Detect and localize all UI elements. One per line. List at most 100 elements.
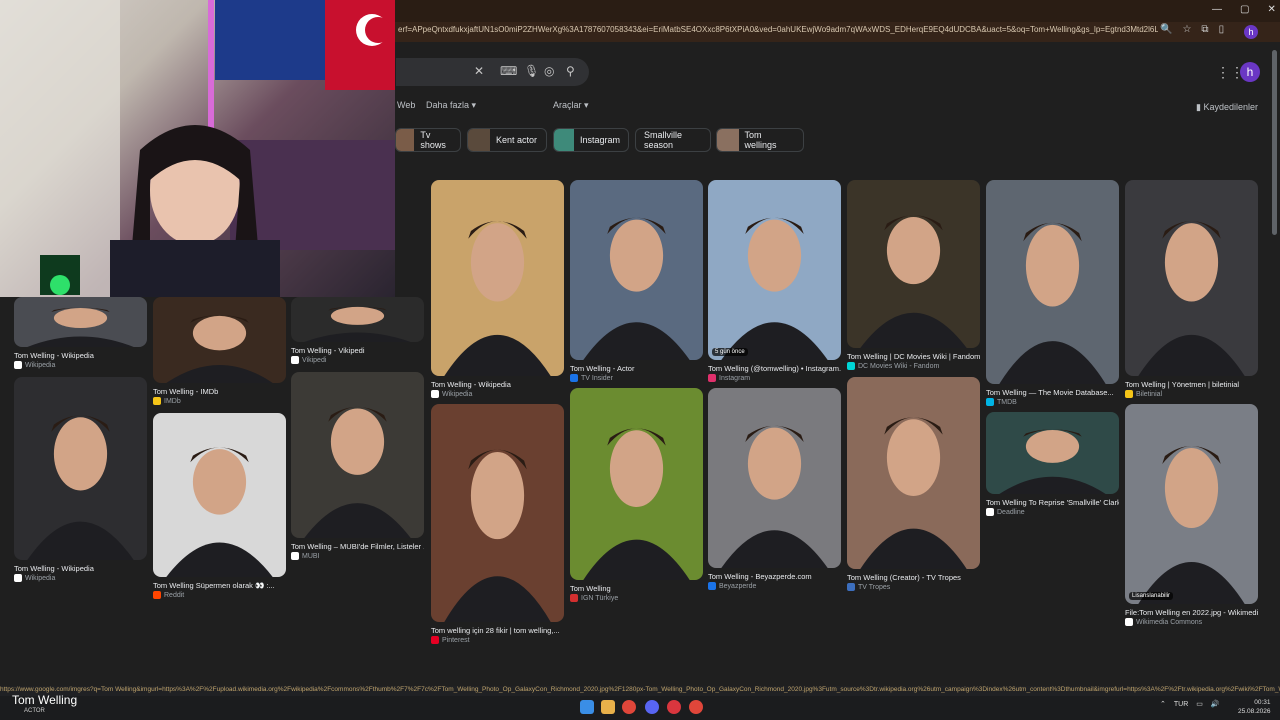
result-image[interactable]: [153, 297, 286, 383]
result-caption[interactable]: Tom Welling - Actor: [570, 364, 703, 373]
chip-instagram[interactable]: Instagram: [553, 128, 629, 152]
clear-icon[interactable]: ✕: [474, 64, 484, 78]
search-input[interactable]: ✕ ⌨ 🎙 ◎ ⚲: [396, 58, 589, 86]
result-image[interactable]: [153, 413, 286, 577]
result-source[interactable]: Pinterest: [431, 636, 470, 644]
search-icon[interactable]: ⚲: [566, 64, 575, 78]
zoom-icon[interactable]: 🔍: [1160, 24, 1172, 40]
result-image[interactable]: [431, 180, 564, 376]
favicon-icon: [708, 582, 716, 590]
result-image[interactable]: [14, 297, 147, 347]
chip-tom-wellings[interactable]: Tom wellings: [716, 128, 804, 152]
result-source[interactable]: IMDb: [153, 397, 181, 405]
saved-button[interactable]: ▮ Kaydedilenler: [1196, 102, 1258, 113]
result-source[interactable]: Instagram: [708, 374, 750, 382]
chip-smallville-season[interactable]: Smallville season: [635, 128, 711, 152]
chrome-icon[interactable]: [622, 700, 636, 714]
result-caption[interactable]: File:Tom Welling en 2022.jpg - Wikimedi.…: [1125, 608, 1258, 617]
result-caption[interactable]: Tom Welling (Creator) - TV Tropes: [847, 573, 980, 582]
lens-icon[interactable]: ◎: [544, 64, 554, 78]
result-caption[interactable]: Tom Welling To Reprise 'Smallville' Clar…: [986, 498, 1119, 507]
microphone-icon[interactable]: 🎙: [524, 64, 539, 78]
nav-web[interactable]: Web: [397, 100, 415, 110]
account-avatar[interactable]: h: [1240, 62, 1260, 82]
minimize-icon[interactable]: —: [1212, 4, 1222, 15]
result-image[interactable]: [708, 388, 841, 568]
result-image[interactable]: 5 gün önce: [708, 180, 841, 360]
result-image[interactable]: Lisanslanabilir: [1125, 404, 1258, 604]
extensions-icon[interactable]: ⧉: [1201, 24, 1208, 40]
result-source[interactable]: DC Movies Wiki - Fandom: [847, 362, 939, 370]
result-caption[interactable]: Tom Welling - IMDb: [153, 387, 286, 396]
result-source-label: Pinterest: [442, 636, 470, 644]
result-caption[interactable]: Tom Welling | DC Movies Wiki | Fandom: [847, 352, 980, 361]
result-source[interactable]: Beyazperde: [708, 582, 756, 590]
close-icon[interactable]: ✕: [1267, 4, 1275, 15]
result-image[interactable]: [986, 180, 1119, 384]
result-caption[interactable]: Tom Welling – MUBI'de Filmler, Listeler …: [291, 542, 424, 551]
result-caption[interactable]: Tom Welling (@tomwelling) • Instagram...: [708, 364, 841, 373]
chip-tv-shows[interactable]: Tv shows: [395, 128, 461, 152]
app-icon[interactable]: [667, 700, 681, 714]
result-caption[interactable]: Tom Welling: [570, 584, 703, 593]
result-caption[interactable]: Tom Welling - Wikipedia: [14, 564, 147, 573]
result-image[interactable]: [986, 412, 1119, 494]
result-caption[interactable]: Tom Welling — The Movie Database...: [986, 388, 1119, 397]
chevron-up-icon[interactable]: ⌃: [1160, 700, 1166, 708]
result-source[interactable]: TMDB: [986, 398, 1017, 406]
result-source[interactable]: Wikipedia: [14, 361, 55, 369]
portrait-image: [304, 406, 411, 538]
windows-start-icon[interactable]: [580, 700, 594, 714]
result-image[interactable]: [847, 377, 980, 569]
result-caption[interactable]: Tom Welling - Wikipedia: [431, 380, 564, 389]
chrome-icon-2[interactable]: [689, 700, 703, 714]
keyboard-icon[interactable]: ⌨: [500, 64, 517, 78]
result-caption[interactable]: Tom Welling Süpermen olarak 👀 :...: [153, 581, 286, 590]
result-image[interactable]: [431, 404, 564, 622]
result-source[interactable]: Biletinial: [1125, 390, 1162, 398]
result-caption[interactable]: Tom welling için 28 fikir | tom welling,…: [431, 626, 564, 635]
nav-tools[interactable]: Araçlar ▾: [553, 100, 589, 111]
discord-icon[interactable]: [645, 700, 659, 714]
network-icon[interactable]: ▭: [1196, 700, 1203, 708]
image-badge: 5 gün önce: [712, 348, 748, 356]
language-indicator[interactable]: TUR: [1174, 701, 1188, 708]
address-bar-url[interactable]: erf=APpeQntxdfukxjaftUN1sO0miP2ZHWerXg%3…: [398, 25, 1158, 39]
result-image[interactable]: [14, 377, 147, 560]
result-source[interactable]: Wikipedia: [14, 574, 55, 582]
file-explorer-icon[interactable]: [601, 700, 615, 714]
result-source[interactable]: MUBI: [291, 552, 320, 560]
result-source[interactable]: Wikimedia Commons: [1125, 618, 1202, 626]
result-image[interactable]: [570, 180, 703, 360]
volume-icon[interactable]: 🔊: [1211, 700, 1220, 708]
result-source[interactable]: TV Insider: [570, 374, 613, 382]
webcam-feed-image: [0, 0, 395, 297]
result-image[interactable]: [291, 297, 424, 342]
result-image[interactable]: [291, 372, 424, 538]
image-badge: Lisanslanabilir: [1129, 592, 1174, 600]
result-caption[interactable]: Tom Welling - Wikipedia: [14, 351, 147, 360]
result-source[interactable]: Reddit: [153, 591, 184, 599]
webcam-overlay: [0, 0, 395, 297]
browser-profile-avatar[interactable]: h: [1244, 25, 1258, 39]
maximize-icon[interactable]: ▢: [1240, 4, 1249, 15]
result-caption[interactable]: Tom Welling - Beyazperde.com: [708, 572, 841, 581]
result-source[interactable]: Vikipedi: [291, 356, 326, 364]
result-image[interactable]: [1125, 180, 1258, 376]
taskbar-clock[interactable]: 00:31 25.08.2026: [1238, 698, 1271, 716]
result-image[interactable]: [847, 180, 980, 348]
chip-kent-actor[interactable]: Kent actor: [467, 128, 547, 152]
scrollbar[interactable]: [1272, 50, 1277, 235]
result-source[interactable]: IGN Türkiye: [570, 594, 618, 602]
result-caption[interactable]: Tom Welling - Vikipedi: [291, 346, 424, 355]
result-source[interactable]: Wikipedia: [431, 390, 472, 398]
nav-more[interactable]: Daha fazla ▾: [426, 100, 476, 111]
chip-thumbnail: [396, 129, 415, 151]
sidebar-icon[interactable]: ▯: [1219, 24, 1225, 40]
result-source[interactable]: Deadline: [986, 508, 1025, 516]
result-source[interactable]: TV Tropes: [847, 583, 890, 591]
result-image[interactable]: [570, 388, 703, 580]
bookmark-star-icon[interactable]: ☆: [1182, 24, 1191, 40]
favicon-icon: [431, 636, 439, 644]
result-caption[interactable]: Tom Welling | Yönetmen | biletinial: [1125, 380, 1258, 389]
